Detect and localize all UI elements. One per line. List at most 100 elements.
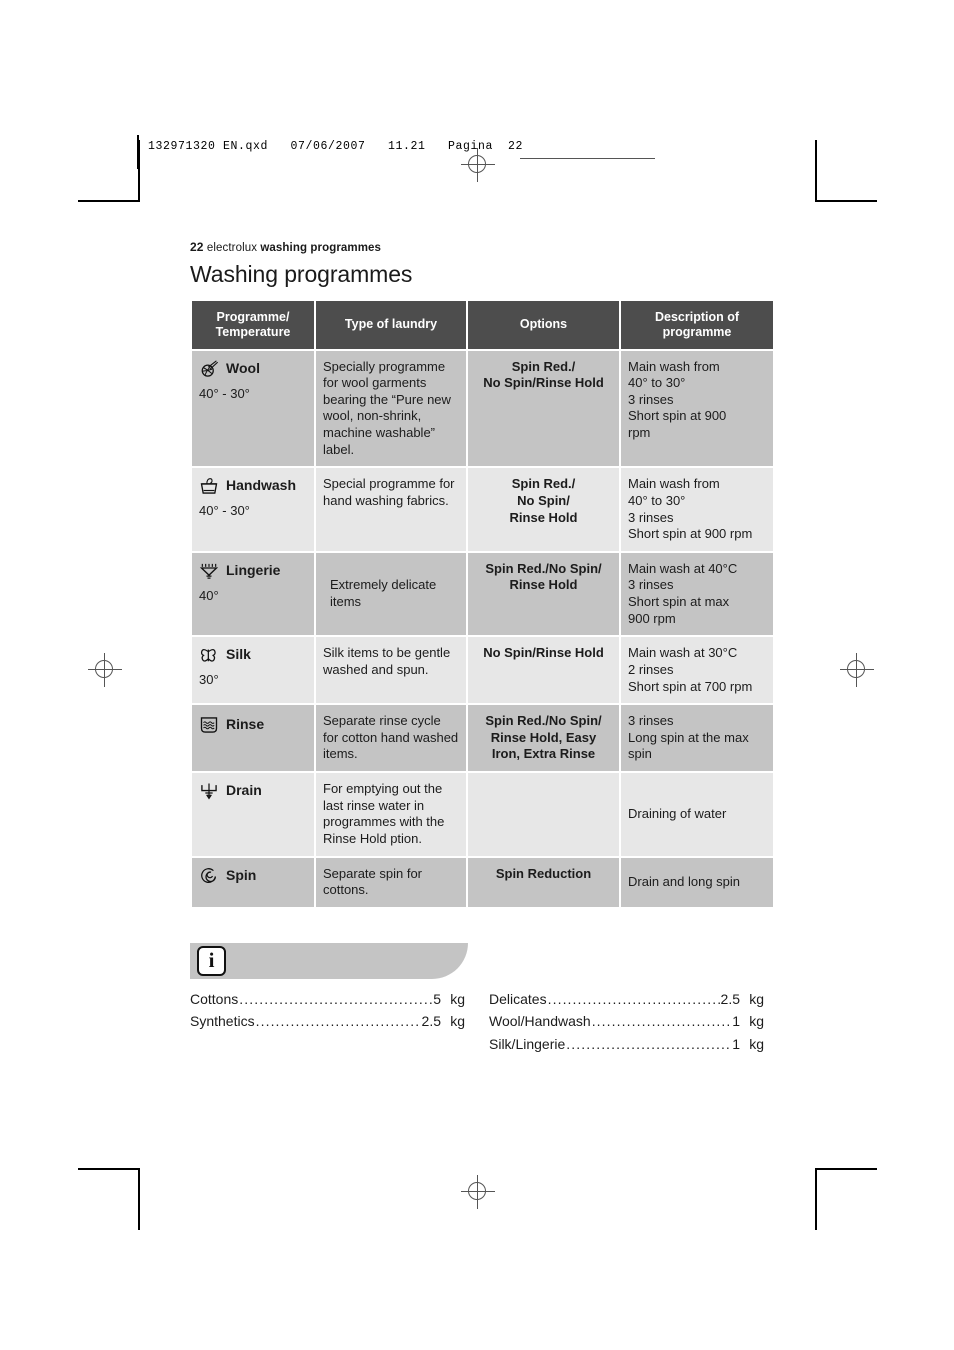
- leader-dots: ........................................…: [566, 1036, 731, 1053]
- file-header-underline: [520, 158, 655, 159]
- cell-options: Spin Red./ No Spin/ Rinse Hold: [468, 468, 619, 551]
- load-label: Cottons: [190, 990, 239, 1007]
- list-item: Delicates ..............................…: [489, 988, 764, 1011]
- load-value: 2.5: [720, 990, 740, 1007]
- table-row: Wool 40° - 30° Specially programme for w…: [192, 350, 773, 467]
- leader-dots: ........................................…: [591, 1013, 732, 1030]
- list-item: Silk/Lingerie ..........................…: [489, 1033, 764, 1056]
- table-header-row: Programme/ Temperature Type of laundry O…: [192, 301, 773, 349]
- cell-description: Main wash from 40° to 30° 3 rinses Short…: [621, 468, 773, 551]
- programme-temperature: 40° - 30°: [199, 503, 250, 519]
- cell-type-of-laundry: Separate spin for cottons.: [316, 857, 466, 907]
- list-item: Synthetics .............................…: [190, 1010, 465, 1033]
- cell-programme-wool: Wool 40° - 30°: [192, 350, 314, 467]
- cell-description: Main wash at 40°C 3 rinses Short spin at…: [621, 552, 773, 636]
- load-value: 2.5: [421, 1013, 441, 1030]
- max-load-columns: Cottons ................................…: [190, 988, 765, 1056]
- crop-mark-bottom-left-v: [138, 1168, 140, 1230]
- cell-description: Main wash at 30°C 2 rinses Short spin at…: [621, 637, 773, 704]
- cell-options: Spin Red./ No Spin/Rinse Hold: [468, 350, 619, 467]
- table-row: Lingerie 40° Extremely delicate items Sp…: [192, 552, 773, 636]
- cell-type-of-laundry: Specially programme for wool garments be…: [316, 350, 466, 467]
- registration-mark-bottom: [461, 1175, 495, 1209]
- crop-mark-top-right-v: [815, 140, 817, 202]
- leader-dots: ........................................…: [239, 990, 432, 1007]
- page-title: Washing programmes: [190, 261, 413, 287]
- leader-dots: ........................................…: [255, 1013, 421, 1030]
- cell-programme-rinse: Rinse: [192, 705, 314, 771]
- load-label: Synthetics: [190, 1013, 255, 1030]
- table-row: Silk 30° Silk items to be gentle washed …: [192, 637, 773, 704]
- crop-mark-top-left-h: [78, 200, 140, 202]
- washing-programmes-table: Programme/ Temperature Type of laundry O…: [190, 299, 775, 909]
- load-unit: kg: [450, 990, 465, 1007]
- handwash-icon: [200, 478, 218, 494]
- load-unit: kg: [450, 1013, 465, 1030]
- load-unit: kg: [749, 1036, 764, 1053]
- wool-icon: [201, 360, 218, 377]
- section-name: washing programmes: [260, 242, 382, 254]
- max-load-column-right: Delicates ..............................…: [489, 988, 764, 1056]
- programme-name-rinse: Rinse: [199, 715, 307, 735]
- file-header-text: 132971320 EN.qxd 07/06/2007 11.21 Pagina…: [148, 140, 524, 153]
- page-number: 22: [190, 240, 204, 254]
- rinse-icon: [200, 717, 218, 733]
- cell-programme-drain: Drain: [192, 773, 314, 856]
- programme-name-silk: Silk: [199, 645, 307, 665]
- cell-programme-silk: Silk 30°: [192, 637, 314, 704]
- cell-description: Draining of water: [621, 773, 773, 856]
- programme-label: Rinse: [226, 716, 265, 733]
- programme-label: Spin: [226, 866, 257, 883]
- programme-temperature: 40°: [199, 587, 219, 603]
- info-icon: i: [197, 945, 226, 976]
- cell-programme-handwash: Handwash 40° - 30°: [192, 468, 314, 551]
- cell-type-of-laundry: For emptying out the last rinse water in…: [316, 773, 466, 856]
- load-unit: kg: [749, 990, 764, 1007]
- programme-label: Wool: [226, 359, 260, 376]
- column-header-type-of-laundry: Type of laundry: [316, 301, 466, 349]
- col-head-desc-line1: Description of: [654, 310, 740, 324]
- programme-name-handwash: Handwash: [199, 476, 307, 496]
- lingerie-icon: [199, 563, 219, 579]
- load-value: 1: [732, 1036, 740, 1053]
- programme-name-drain: Drain: [199, 781, 307, 801]
- col-head-desc-line2: programme: [662, 324, 732, 339]
- load-value: 5: [433, 990, 441, 1007]
- programme-temperature: 30°: [199, 672, 219, 688]
- table-row: Handwash 40° - 30° Special programme for…: [192, 468, 773, 551]
- brand-name: electrolux: [206, 242, 258, 254]
- col-head-line1: Programme/: [216, 310, 290, 324]
- drain-icon: [201, 783, 217, 800]
- programme-name-wool: Wool: [199, 359, 307, 379]
- cell-programme-lingerie: Lingerie 40°: [192, 552, 314, 636]
- table-body: Wool 40° - 30° Specially programme for w…: [192, 350, 773, 907]
- programme-label: Lingerie: [226, 561, 281, 578]
- cell-type-of-laundry: Special programme for hand washing fabri…: [316, 468, 466, 551]
- max-load-column-left: Cottons ................................…: [190, 988, 465, 1056]
- programme-temperature: 40° - 30°: [199, 385, 250, 401]
- cell-type-of-laundry: Extremely delicate items: [316, 552, 466, 636]
- programme-label: Handwash: [226, 477, 297, 494]
- table-row: Rinse Separate rinse cycle for cotton ha…: [192, 705, 773, 771]
- page-content: 22 electrolux washing programmes Washing…: [190, 240, 773, 1056]
- cell-description: Main wash from 40° to 30° 3 rinses Short…: [621, 350, 773, 467]
- cell-options: No Spin/Rinse Hold: [468, 637, 619, 704]
- silk-icon: [200, 649, 216, 662]
- file-header-rule: [137, 135, 139, 169]
- leader-dots: ........................................…: [547, 990, 720, 1007]
- column-header-options: Options: [468, 301, 619, 349]
- column-header-description: Description of programme: [621, 301, 773, 349]
- crop-mark-bottom-right-h: [815, 1168, 877, 1170]
- load-label: Silk/Lingerie: [489, 1036, 566, 1053]
- breadcrumb: 22 electrolux washing programmes: [190, 240, 765, 254]
- programme-name-lingerie: Lingerie: [199, 561, 307, 581]
- load-label: Delicates: [489, 990, 547, 1007]
- registration-mark-right: [840, 653, 874, 687]
- cell-type-of-laundry: Silk items to be gentle washed and spun.: [316, 637, 466, 704]
- cell-options: Spin Red./No Spin/ Rinse Hold, Easy Iron…: [468, 705, 619, 771]
- cell-options: [468, 773, 619, 856]
- cell-options: Spin Red./No Spin/ Rinse Hold: [468, 552, 619, 636]
- registration-mark-left: [88, 653, 122, 687]
- programme-label: Silk: [226, 646, 251, 663]
- info-bar: i: [190, 942, 468, 979]
